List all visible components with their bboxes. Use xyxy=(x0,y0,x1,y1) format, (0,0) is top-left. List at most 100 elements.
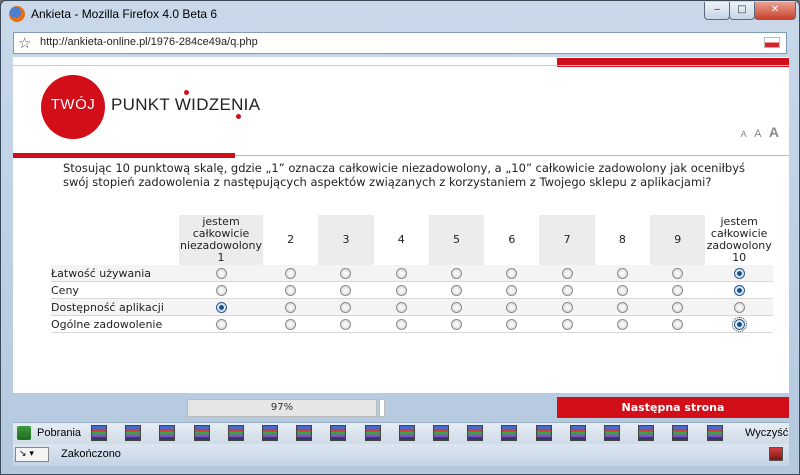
download-item-icon[interactable] xyxy=(604,425,620,441)
rating-radio[interactable] xyxy=(561,302,573,313)
clear-downloads-button[interactable]: Wyczyść xyxy=(745,427,788,439)
download-item-icon[interactable] xyxy=(227,425,244,441)
rating-radio[interactable] xyxy=(506,302,518,313)
download-item-icon[interactable] xyxy=(125,425,142,441)
rating-radio[interactable] xyxy=(395,285,407,296)
rating-radio[interactable] xyxy=(733,302,745,313)
matrix-cell xyxy=(539,315,595,333)
rating-radio[interactable] xyxy=(616,319,628,330)
matrix-row: Ceny xyxy=(51,281,773,299)
status-bar: ↘ ▾ Zakończono xyxy=(13,444,789,466)
rating-radio[interactable] xyxy=(340,285,352,296)
matrix-cell xyxy=(594,315,651,333)
rating-radio[interactable] xyxy=(285,285,297,296)
matrix-cell xyxy=(373,281,429,299)
rating-radio[interactable] xyxy=(340,268,352,279)
font-size-large-button[interactable]: A xyxy=(769,124,779,140)
rating-radio[interactable] xyxy=(340,302,352,313)
download-item-icon[interactable] xyxy=(91,425,107,441)
matrix-cell xyxy=(594,298,651,316)
status-addon-button[interactable]: ↘ ▾ xyxy=(15,447,49,462)
downloads-label[interactable]: Pobrania xyxy=(37,427,81,439)
rating-radio[interactable] xyxy=(215,319,227,330)
rating-radio[interactable] xyxy=(215,268,227,279)
download-item-icon[interactable] xyxy=(262,425,278,441)
rating-radio[interactable] xyxy=(561,319,573,330)
rating-radio[interactable] xyxy=(285,319,297,330)
rating-radio[interactable] xyxy=(561,285,573,296)
rating-radio[interactable] xyxy=(506,319,518,330)
download-item-icon[interactable] xyxy=(193,425,210,441)
download-item-icon[interactable] xyxy=(638,425,655,441)
maximize-button[interactable]: □ xyxy=(729,2,755,20)
rating-radio[interactable] xyxy=(672,302,684,313)
rating-radio[interactable] xyxy=(672,285,684,296)
rating-radio[interactable] xyxy=(451,302,463,313)
progress-bar: 97% xyxy=(187,399,377,417)
logo-circle-text: TWÓJ xyxy=(50,96,96,113)
rating-radio[interactable] xyxy=(340,319,352,330)
download-item-icon[interactable] xyxy=(398,425,415,441)
download-item-icon[interactable] xyxy=(672,425,689,441)
rating-radio[interactable] xyxy=(561,268,573,279)
rating-radio[interactable] xyxy=(672,268,684,279)
rating-radio[interactable] xyxy=(731,317,747,332)
status-addon-icon[interactable] xyxy=(769,447,783,461)
matrix-row-label: Dostępność aplikacji xyxy=(51,298,179,316)
rating-radio[interactable] xyxy=(616,285,628,296)
rating-radio[interactable] xyxy=(733,285,745,296)
matrix-cell xyxy=(650,281,706,299)
rating-radio[interactable] xyxy=(395,302,407,313)
rating-radio[interactable] xyxy=(215,302,227,313)
rating-radio[interactable] xyxy=(506,268,518,279)
download-item-icon[interactable] xyxy=(467,425,484,441)
rating-radio[interactable] xyxy=(451,268,463,279)
url-text[interactable]: http://ankieta-online.pl/1976-284ce49a/q… xyxy=(40,36,258,48)
matrix-column-header: jestem całkowicie zadowolony 10 xyxy=(706,215,772,264)
rating-radio[interactable] xyxy=(451,285,463,296)
status-text: Zakończono xyxy=(61,448,121,460)
rating-radio[interactable] xyxy=(215,285,227,296)
download-item-icon[interactable] xyxy=(501,425,518,441)
question-text: Stosując 10 punktową skalę, gdzie „1” oz… xyxy=(63,161,746,189)
download-item-icon[interactable] xyxy=(706,425,723,441)
logo-circle: TWÓJ xyxy=(41,75,105,139)
matrix-cell xyxy=(373,298,429,316)
rating-radio[interactable] xyxy=(672,319,684,330)
matrix-cell xyxy=(705,281,773,299)
close-button[interactable]: ✕ xyxy=(754,2,796,20)
rating-radio[interactable] xyxy=(395,319,407,330)
matrix-cell xyxy=(179,315,263,333)
download-item-icon[interactable] xyxy=(364,425,381,441)
rating-matrix: jestem całkowicie niezadowolony 1 2 3 4 5 6 7 8… xyxy=(51,215,773,333)
download-item-icon[interactable] xyxy=(433,425,449,441)
download-item-icon[interactable] xyxy=(330,425,347,441)
address-bar[interactable]: ☆ http://ankieta-online.pl/1976-284ce49a… xyxy=(13,32,787,54)
matrix-cell xyxy=(484,281,540,299)
rating-radio[interactable] xyxy=(616,268,628,279)
font-size-medium-button[interactable]: A xyxy=(754,128,761,140)
progress-remainder xyxy=(379,399,385,417)
firefox-icon xyxy=(9,6,25,22)
rating-radio[interactable] xyxy=(733,268,745,279)
minimize-button[interactable]: ‒ xyxy=(704,2,730,20)
download-item-icon[interactable] xyxy=(159,425,176,441)
matrix-cell xyxy=(263,265,319,282)
bookmark-star-icon[interactable]: ☆ xyxy=(18,34,31,52)
rating-radio[interactable] xyxy=(285,268,297,279)
download-item-icon[interactable] xyxy=(569,425,586,441)
font-size-small-button[interactable]: A xyxy=(741,129,747,139)
matrix-cell xyxy=(179,281,263,299)
rating-radio[interactable] xyxy=(506,285,518,296)
matrix-column-header: 4 xyxy=(397,233,405,246)
rating-radio[interactable] xyxy=(395,268,407,279)
download-item-icon[interactable] xyxy=(535,425,552,441)
rating-radio[interactable] xyxy=(285,302,297,313)
next-page-button[interactable]: Następna strona xyxy=(557,397,789,418)
matrix-column-header: 6 xyxy=(508,233,516,246)
matrix-cell xyxy=(318,281,374,299)
matrix-cell xyxy=(484,298,540,316)
rating-radio[interactable] xyxy=(451,319,463,330)
rating-radio[interactable] xyxy=(616,302,628,313)
download-item-icon[interactable] xyxy=(296,425,313,441)
